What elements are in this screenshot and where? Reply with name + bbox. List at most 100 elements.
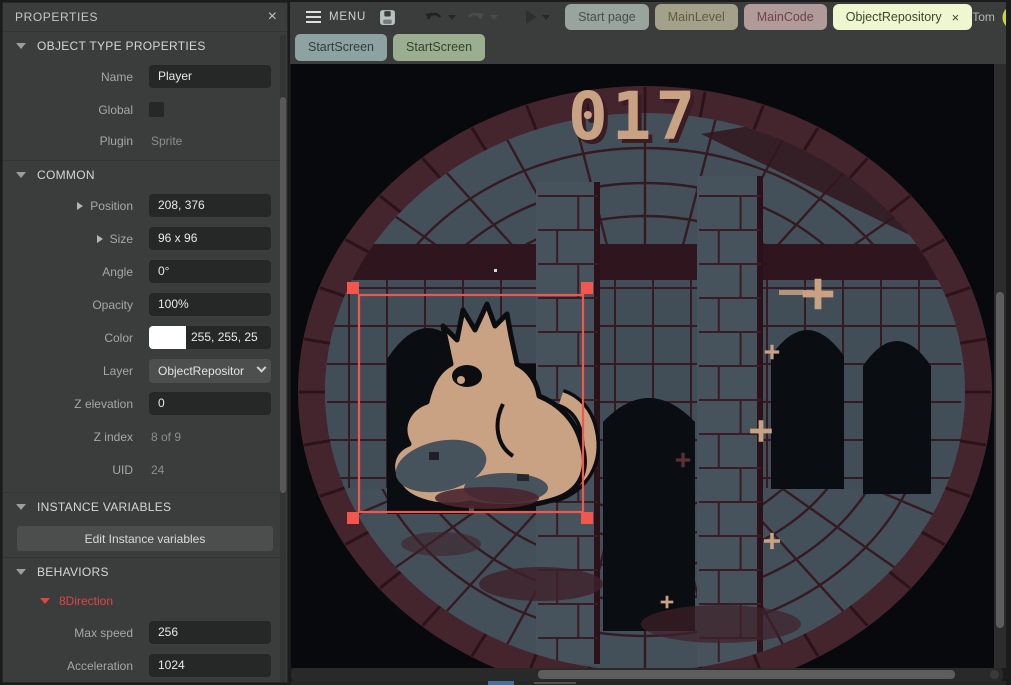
behavior-name: 8Direction: [59, 594, 113, 608]
counter-017: 017 017: [568, 78, 703, 159]
field-row-position: Position 208, 376: [3, 189, 287, 222]
bottom-panel-edge: [291, 681, 1006, 685]
section-common[interactable]: COMMON: [3, 160, 287, 189]
toolbar-row-subtabs: StartScreen StartScreen: [290, 32, 1006, 62]
field-row-uid: UID 24: [3, 453, 287, 486]
section-title: BEHAVIORS: [37, 565, 109, 579]
play-dropdown-caret-icon[interactable]: [542, 15, 550, 20]
tab-close-icon[interactable]: ×: [952, 10, 960, 25]
selection-handle-bottom-right[interactable]: [581, 512, 593, 524]
position-input[interactable]: 208, 376: [149, 194, 271, 217]
panel-scrollbar-thumb[interactable]: [280, 97, 286, 493]
scrollbar-corner-button[interactable]: [990, 670, 999, 679]
field-label: Plugin: [3, 134, 149, 148]
undo-icon: [424, 10, 443, 24]
tab-mainlevel[interactable]: MainLevel: [655, 4, 738, 30]
color-swatch[interactable]: [149, 326, 186, 349]
field-row-z-elevation: Z elevation 0: [3, 387, 287, 420]
menu-button[interactable]: MENU: [298, 4, 374, 30]
field-row-acceleration: Acceleration 1024: [3, 649, 287, 682]
field-row-plugin: Plugin Sprite: [3, 126, 287, 156]
vertical-scrollbar-thumb[interactable]: [996, 292, 1004, 628]
plugin-value: Sprite: [149, 134, 182, 148]
bottom-panel-text-hint: [534, 682, 576, 684]
color-field: 255, 255, 25: [149, 326, 271, 349]
redo-icon: [466, 10, 485, 24]
section-collapse-icon: [16, 504, 26, 510]
expander-icon[interactable]: [97, 235, 103, 243]
play-icon: [526, 10, 537, 24]
preview-button[interactable]: [526, 10, 550, 24]
close-icon[interactable]: ×: [268, 9, 277, 25]
field-row-opacity: Opacity 100%: [3, 288, 287, 321]
undo-button[interactable]: [424, 10, 456, 24]
field-label: Angle: [3, 265, 149, 279]
field-label: Layer: [3, 364, 149, 378]
tab-objectrepository-active[interactable]: ObjectRepository ×: [833, 4, 972, 30]
field-row-max-speed: Max speed 256: [3, 616, 287, 649]
section-collapse-icon: [16, 172, 26, 178]
toolbar: MENU: [290, 2, 1006, 64]
size-input[interactable]: 96 x 96: [149, 227, 271, 250]
color-value-input[interactable]: 255, 255, 25: [186, 326, 271, 349]
bottom-panel-accent: [488, 681, 514, 685]
canvas-horizontal-scrollbar[interactable]: [291, 668, 1003, 681]
properties-panel-header: PROPERTIES ×: [3, 3, 287, 31]
tab-maincode[interactable]: MainCode: [744, 4, 827, 30]
opacity-input[interactable]: 100%: [149, 293, 271, 316]
subtab-startscreen-layout[interactable]: StartScreen: [295, 34, 387, 61]
layer-dropdown[interactable]: ObjectRepositor: [149, 359, 271, 383]
field-row-color: Color 255, 255, 25: [3, 321, 287, 354]
field-label: Size: [3, 232, 149, 246]
app-window: PROPERTIES × OBJECT TYPE PROPERTIES Name…: [0, 0, 1011, 685]
field-row-layer: Layer ObjectRepositor: [3, 354, 287, 387]
section-object-type-properties[interactable]: OBJECT TYPE PROPERTIES: [3, 31, 287, 60]
selection-handle-top-left[interactable]: [347, 282, 359, 294]
window-right-edge: [1006, 0, 1011, 685]
field-label: Global: [3, 103, 149, 117]
name-input[interactable]: Player: [149, 65, 271, 88]
toolbar-row-main: MENU: [290, 2, 1006, 32]
horizontal-scrollbar-thumb[interactable]: [538, 670, 955, 679]
properties-panel: PROPERTIES × OBJECT TYPE PROPERTIES Name…: [2, 2, 288, 683]
properties-panel-title: PROPERTIES: [15, 10, 98, 24]
hamburger-icon: [306, 11, 321, 23]
field-label: Z index: [3, 430, 149, 444]
edit-instance-variables-button[interactable]: Edit Instance variables: [17, 526, 273, 551]
light-speck: [494, 269, 497, 272]
redo-button[interactable]: [466, 10, 498, 24]
field-label: Position: [3, 199, 149, 213]
expander-icon[interactable]: [77, 202, 83, 210]
undo-dropdown-caret-icon[interactable]: [448, 15, 456, 20]
field-label: Acceleration: [3, 659, 149, 673]
angle-input[interactable]: 0°: [149, 260, 271, 283]
section-collapse-icon: [16, 569, 26, 575]
global-checkbox[interactable]: [149, 102, 164, 117]
chevron-down-icon: [257, 363, 267, 373]
subtab-startscreen-eventsheet[interactable]: StartScreen: [393, 34, 485, 61]
layout-canvas[interactable]: 017 017: [291, 64, 994, 668]
field-label: Color: [3, 331, 149, 345]
field-row-name: Name Player: [3, 60, 287, 93]
field-label: Opacity: [3, 298, 149, 312]
field-label: Name: [3, 70, 149, 84]
acceleration-input[interactable]: 1024: [149, 654, 271, 677]
selection-handle-bottom-left[interactable]: [347, 512, 359, 524]
field-label: UID: [3, 463, 149, 477]
canvas-vertical-scrollbar[interactable]: [994, 64, 1006, 668]
svg-text:017: 017: [568, 78, 699, 155]
field-row-size: Size 96 x 96: [3, 222, 287, 255]
selection-handle-top-right[interactable]: [581, 282, 593, 294]
section-behaviors[interactable]: BEHAVIORS: [3, 557, 287, 586]
panel-scrollbar[interactable]: [280, 35, 286, 683]
save-button[interactable]: [379, 9, 396, 26]
field-row-angle: Angle 0°: [3, 255, 287, 288]
tab-start-page[interactable]: Start page: [565, 4, 649, 30]
max-speed-input[interactable]: 256: [149, 621, 271, 644]
behavior-8direction[interactable]: 8Direction: [3, 586, 287, 616]
section-instance-variables[interactable]: INSTANCE VARIABLES: [3, 492, 287, 521]
field-label: Max speed: [3, 626, 149, 640]
z-elevation-input[interactable]: 0: [149, 392, 271, 415]
field-label: Z elevation: [3, 397, 149, 411]
document-tabs: Start page MainLevel MainCode ObjectRepo…: [565, 4, 972, 30]
